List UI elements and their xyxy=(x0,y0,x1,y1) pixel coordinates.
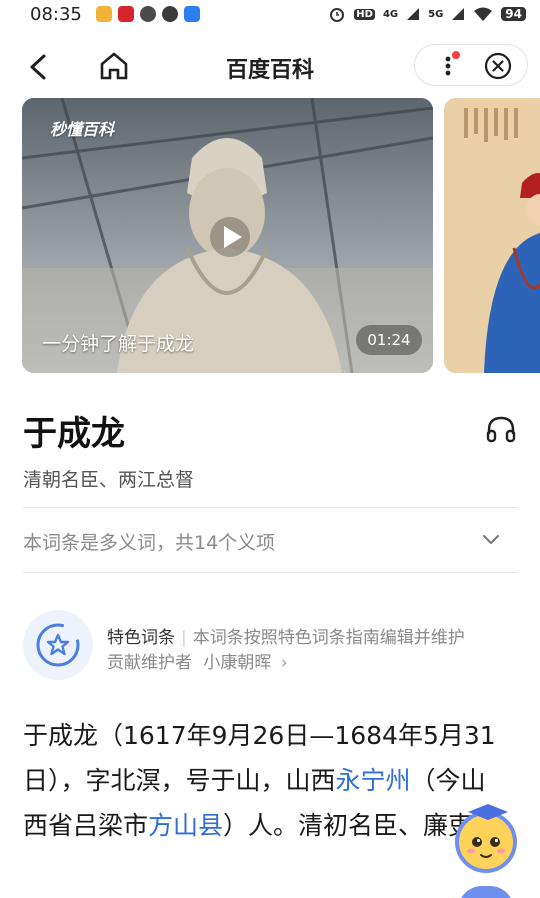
weibo-icon xyxy=(95,6,112,22)
divider xyxy=(23,507,518,508)
hd-label: HD xyxy=(354,8,375,20)
notification-dot xyxy=(452,51,460,59)
compass-icon xyxy=(139,6,156,22)
polysemy-selector[interactable]: 本词条是多义词，共14个义项 xyxy=(23,528,275,555)
divider xyxy=(23,572,518,573)
contributor-prefix: 贡献维护者 xyxy=(107,653,192,673)
chevron-right-icon: › xyxy=(280,653,288,673)
contributor-link[interactable]: 贡献维护者 小康朝晖 › xyxy=(107,648,288,673)
video-card[interactable]: 秒懂百科 一分钟了解于成龙 01:24 xyxy=(22,98,433,373)
news-app-icon xyxy=(117,6,134,22)
battery-level: 94 xyxy=(501,7,526,21)
portrait-image xyxy=(444,98,540,373)
mini-program-capsule xyxy=(414,44,528,86)
separator: | xyxy=(181,628,187,648)
portrait-thumbnail[interactable] xyxy=(444,98,540,373)
video-brand-logo: 秒懂百科 xyxy=(50,120,115,139)
signal-5g-label: 5G xyxy=(428,8,444,20)
headphones-icon[interactable] xyxy=(484,412,518,446)
assistant-mascot-icon[interactable] xyxy=(450,798,522,876)
chevron-down-icon[interactable] xyxy=(480,528,502,550)
status-bar: 08:35 HD 4G 5G 94 xyxy=(0,0,540,28)
wechat-icon xyxy=(161,6,178,22)
entry-title: 于成龙 xyxy=(23,414,125,454)
video-duration: 01:24 xyxy=(356,325,422,355)
nav-bar: 百度百科 xyxy=(0,36,540,96)
summary-paragraph: 于成龙（1617年9月26日—1684年5月31日），字北溟，号于山，山西永宁州… xyxy=(23,713,503,848)
link-yongning[interactable]: 永宁州 xyxy=(336,766,411,795)
alarm-icon xyxy=(330,8,345,22)
status-right: HD 4G 5G 94 xyxy=(328,5,526,23)
signal-icon-2 xyxy=(452,8,465,20)
page: 08:35 HD 4G 5G 94 百度百科 秒懂百科 一分钟了解于成龙 01:… xyxy=(0,0,540,898)
wifi-icon xyxy=(474,7,493,21)
close-icon[interactable] xyxy=(483,51,513,81)
video-caption: 一分钟了解于成龙 xyxy=(42,333,195,355)
notification-icons xyxy=(95,6,200,22)
feature-badge-icon xyxy=(23,610,93,680)
status-time: 08:35 xyxy=(30,3,82,25)
store-app-icon xyxy=(183,6,200,22)
signal-icon xyxy=(407,8,420,20)
signal-4g-label: 4G xyxy=(382,8,399,20)
play-icon[interactable] xyxy=(209,216,251,258)
floating-button[interactable] xyxy=(458,886,514,898)
feature-info: 特色词条 | 本词条按照特色词条指南编辑并维护 xyxy=(107,623,465,648)
feature-label: 特色词条 xyxy=(107,628,175,648)
contributor-name: 小康朝晖 xyxy=(203,653,272,673)
entry-subtitle: 清朝名臣、两江总督 xyxy=(23,469,195,491)
link-fangshan[interactable]: 方山县 xyxy=(148,811,223,840)
feature-description: 本词条按照特色词条指南编辑并维护 xyxy=(192,628,465,648)
